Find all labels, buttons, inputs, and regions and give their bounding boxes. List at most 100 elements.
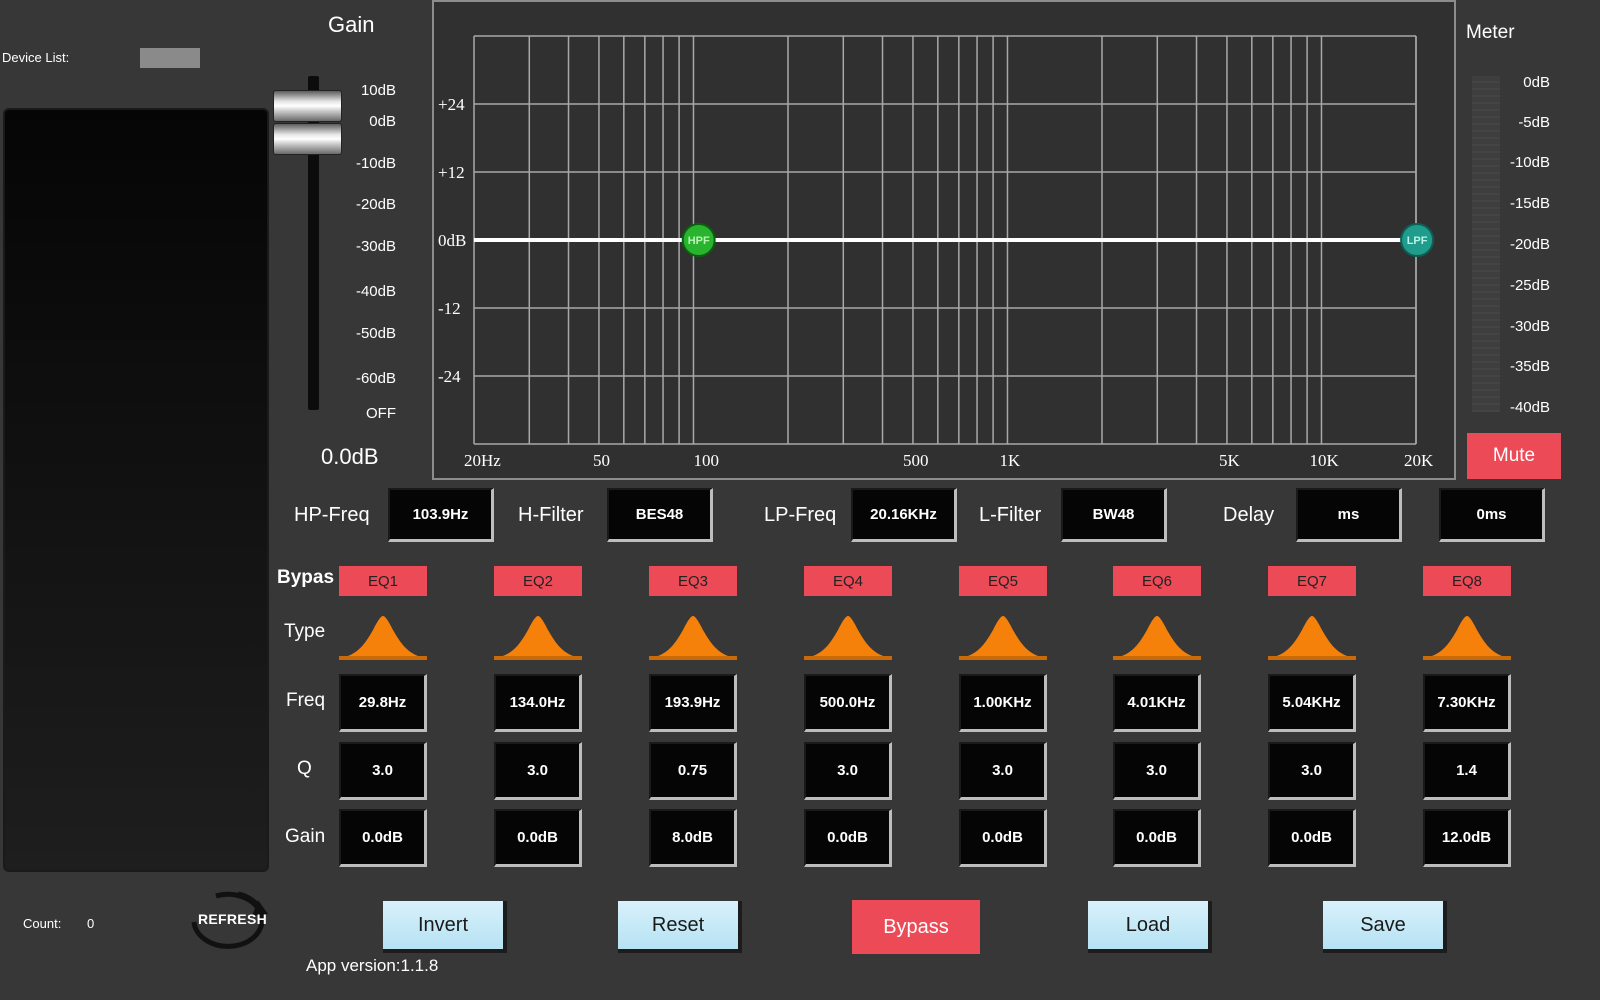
hpf-handle[interactable]: HPF [681, 223, 716, 257]
eq-q-field[interactable]: 3.0 [804, 742, 892, 800]
gain-scale-label: 10dB [360, 82, 396, 99]
eq-bypass-toggle[interactable]: EQ6 [1113, 566, 1201, 596]
graph-x-label: 5K [1219, 451, 1241, 470]
eq-q-field[interactable]: 3.0 [494, 742, 582, 800]
load-button[interactable]: Load [1088, 901, 1212, 953]
l-filter-label: L-Filter [979, 504, 1042, 526]
eq-type-selector[interactable] [494, 614, 582, 660]
type-row-label: Type [284, 621, 326, 642]
peak-filter-icon [804, 616, 892, 660]
device-list-selector[interactable] [140, 48, 200, 68]
meter-scale-label: -40dB [1509, 399, 1550, 416]
eq-gain-field[interactable]: 12.0dB [1423, 809, 1511, 867]
gain-scale-label: OFF [366, 405, 396, 422]
gain-scale-label: -20dB [355, 196, 396, 213]
gain-scale-label: -60dB [355, 370, 396, 387]
peak-filter-icon [649, 616, 737, 660]
l-filter-field[interactable]: BW48 [1061, 488, 1167, 542]
meter-scale-label: -30dB [1509, 318, 1550, 335]
eq-bypass-toggle[interactable]: EQ8 [1423, 566, 1511, 596]
eq-gain-field[interactable]: 0.0dB [1268, 809, 1356, 867]
refresh-label: REFRESH [198, 911, 267, 927]
eq-type-selector[interactable] [959, 614, 1047, 660]
eq-q-field[interactable]: 1.4 [1423, 742, 1511, 800]
eq-bypass-toggle[interactable]: EQ5 [959, 566, 1047, 596]
gain-title: Gain [328, 12, 375, 37]
eq-type-selector[interactable] [1268, 614, 1356, 660]
device-list-panel[interactable] [3, 108, 269, 872]
bypass-button[interactable]: Bypass [852, 900, 980, 954]
eq-bypass-toggle[interactable]: EQ2 [494, 566, 582, 596]
meter-scale-label: -15dB [1509, 195, 1550, 212]
reset-button[interactable]: Reset [618, 901, 742, 953]
eq-q-field[interactable]: 3.0 [1268, 742, 1356, 800]
graph-x-label: 100 [693, 451, 719, 470]
eq-gain-field[interactable]: 0.0dB [339, 809, 427, 867]
eq-gain-field[interactable]: 0.0dB [959, 809, 1047, 867]
eq-type-selector[interactable] [804, 614, 892, 660]
invert-button[interactable]: Invert [383, 901, 507, 953]
eq-type-selector[interactable] [649, 614, 737, 660]
h-filter-label: H-Filter [518, 504, 584, 526]
eq-freq-field[interactable]: 134.0Hz [494, 674, 582, 732]
graph-y-label: +24 [438, 95, 465, 114]
eq-gain-field[interactable]: 0.0dB [1113, 809, 1201, 867]
gain-scale-label: 0dB [369, 113, 396, 130]
peak-filter-icon [494, 616, 582, 660]
peak-filter-icon [1113, 616, 1201, 660]
device-list-label: Device List: [2, 50, 70, 65]
peak-filter-icon [1423, 616, 1511, 660]
lp-freq-label: LP-Freq [764, 504, 837, 526]
eq-type-selector[interactable] [1113, 614, 1201, 660]
gain-fader-handle-top[interactable] [273, 90, 342, 122]
eq-freq-field[interactable]: 4.01KHz [1113, 674, 1201, 732]
hp-freq-field[interactable]: 103.9Hz [388, 488, 494, 542]
eq-q-field[interactable]: 3.0 [1113, 742, 1201, 800]
graph-y-label: 0dB [438, 231, 466, 250]
gain-scale-label: -50dB [355, 325, 396, 342]
eq-q-field[interactable]: 3.0 [339, 742, 427, 800]
eq-freq-field[interactable]: 193.9Hz [649, 674, 737, 732]
eq-freq-field[interactable]: 5.04KHz [1268, 674, 1356, 732]
eq-bypass-toggle[interactable]: EQ1 [339, 566, 427, 596]
eq-freq-field[interactable]: 7.30KHz [1423, 674, 1511, 732]
eq-q-field[interactable]: 0.75 [649, 742, 737, 800]
lp-freq-field[interactable]: 20.16KHz [851, 488, 957, 542]
eq-q-field[interactable]: 3.0 [959, 742, 1047, 800]
gain-scale-label: -30dB [355, 238, 396, 255]
eq-gain-field[interactable]: 0.0dB [494, 809, 582, 867]
gain-readout: 0.0dB [321, 444, 379, 469]
freq-row-label: Freq [286, 690, 326, 711]
eq-gain-field[interactable]: 8.0dB [649, 809, 737, 867]
eq-type-selector[interactable] [1423, 614, 1511, 660]
meter-scale-label: -25dB [1509, 277, 1550, 294]
eq-graph-canvas: +24 +12 0dB -12 -24 20Hz 50 100 500 1K 5… [438, 35, 1435, 470]
delay-unit-field[interactable]: ms [1296, 488, 1402, 542]
eq-bypass-toggle[interactable]: EQ4 [804, 566, 892, 596]
eq-bypass-toggle[interactable]: EQ7 [1268, 566, 1356, 596]
meter-scale-label: -20dB [1509, 236, 1550, 253]
eq-response-graph[interactable]: +24 +12 0dB -12 -24 20Hz 50 100 500 1K 5… [432, 0, 1456, 480]
count-label: Count: [23, 916, 62, 931]
graph-y-label: -12 [438, 299, 461, 318]
eq-freq-field[interactable]: 29.8Hz [339, 674, 427, 732]
eq-bypass-toggle[interactable]: EQ3 [649, 566, 737, 596]
meter-scale-label: -5dB [1518, 114, 1550, 131]
gain-scale-label: -40dB [355, 283, 396, 300]
eq-type-selector[interactable] [339, 614, 427, 660]
eq-gain-field[interactable]: 0.0dB [804, 809, 892, 867]
mute-button[interactable]: Mute [1467, 433, 1561, 479]
graph-y-label: -24 [438, 367, 461, 386]
delay-value-field[interactable]: 0ms [1439, 488, 1545, 542]
meter-scale-label: -35dB [1509, 358, 1550, 375]
h-filter-field[interactable]: BES48 [607, 488, 713, 542]
peak-filter-icon [1268, 616, 1356, 660]
delay-label: Delay [1223, 504, 1275, 526]
gain-row-label: Gain [285, 826, 326, 847]
eq-freq-field[interactable]: 500.0Hz [804, 674, 892, 732]
gain-fader-handle[interactable] [273, 123, 342, 155]
refresh-button[interactable]: REFRESH [186, 890, 268, 950]
lpf-handle[interactable]: LPF [1400, 223, 1435, 257]
eq-freq-field[interactable]: 1.00KHz [959, 674, 1047, 732]
save-button[interactable]: Save [1323, 901, 1447, 953]
